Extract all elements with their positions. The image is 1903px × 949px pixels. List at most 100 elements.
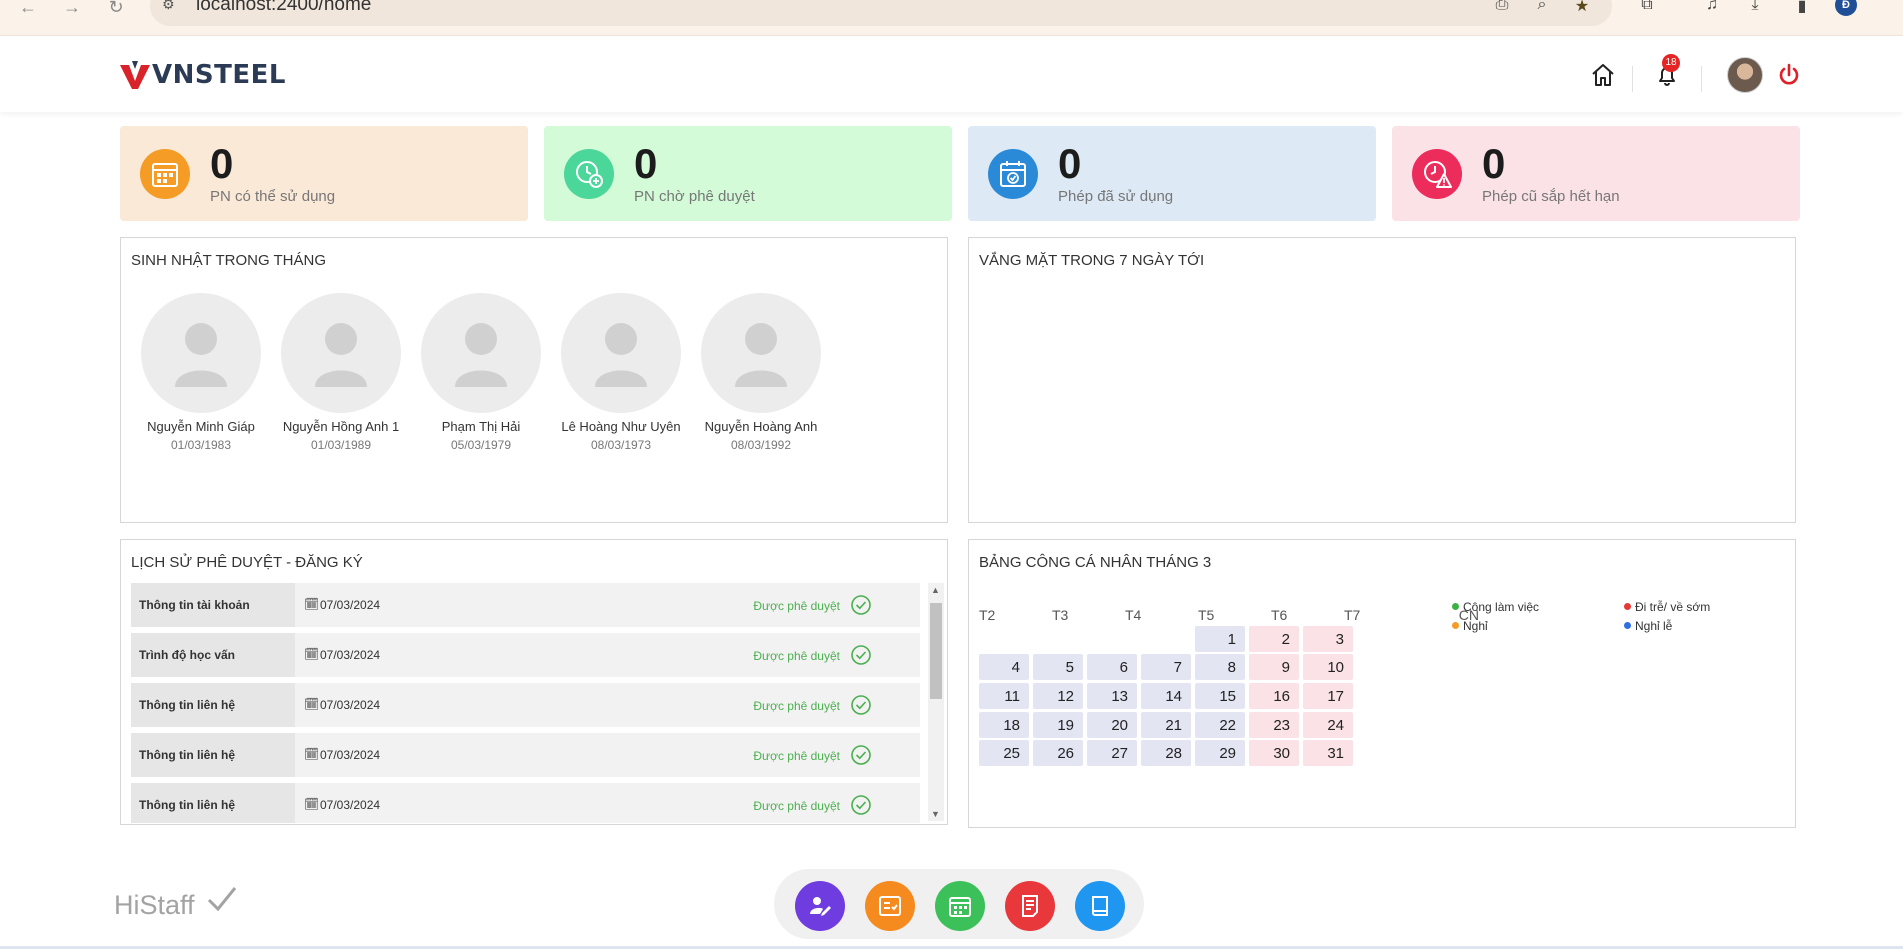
calendar-day-cell[interactable]: 19 — [1033, 712, 1083, 738]
calendar-day-cell[interactable]: 9 — [1249, 654, 1299, 680]
book-button[interactable] — [1075, 881, 1125, 931]
check-circle-icon — [851, 595, 871, 615]
approval-history-list[interactable]: Thông tin tài khoản 🗓 07/03/2024 Được ph… — [131, 583, 920, 823]
person-name: Phạm Thị Hải — [441, 419, 521, 434]
calendar-day-cell[interactable]: 12 — [1033, 683, 1083, 709]
back-icon[interactable]: ← — [10, 0, 46, 16]
scroll-up-icon[interactable]: ▲ — [931, 585, 940, 595]
scrollbar-thumb[interactable] — [930, 603, 942, 699]
user-avatar[interactable] — [1727, 57, 1763, 93]
calendar-day-cell[interactable]: 24 — [1303, 712, 1353, 738]
calendar-day-cell[interactable]: 15 — [1195, 683, 1245, 709]
check-circle-icon — [851, 745, 871, 765]
calendar-day-cell[interactable]: 14 — [1141, 683, 1191, 709]
site-info-icon[interactable]: ⚙ — [162, 0, 175, 13]
calendar-button[interactable] — [935, 881, 985, 931]
request-date: 07/03/2024 — [320, 798, 381, 812]
history-scrollbar[interactable]: ▲ ▼ — [928, 583, 944, 821]
legend-label: Công làm việc — [1463, 600, 1540, 614]
edit-profile-button[interactable] — [795, 881, 845, 931]
list-item[interactable]: Thông tin liên hệ 🗓 07/03/2024 Được phê … — [131, 783, 920, 823]
status-text: Được phê duyệt — [753, 599, 840, 613]
calendar-day-cell[interactable]: 10 — [1303, 654, 1353, 680]
url-text[interactable]: localhost:2400/home — [196, 0, 371, 16]
checklist-button[interactable] — [865, 881, 915, 931]
calendar-day-cell[interactable]: 28 — [1141, 740, 1191, 766]
calendar-day-cell[interactable]: 3 — [1303, 626, 1353, 652]
stat-card-available-leave[interactable]: 0 PN có thể sử dụng — [120, 126, 528, 221]
weekday-header: T3 — [1052, 607, 1069, 623]
bookmark-star-icon[interactable]: ★ — [1570, 0, 1594, 16]
calendar-day-cell[interactable]: 29 — [1195, 740, 1245, 766]
stat-icon-circle — [140, 149, 190, 199]
list-item[interactable]: Thông tin tài khoản 🗓 07/03/2024 Được ph… — [131, 583, 920, 627]
reload-icon[interactable]: ↻ — [98, 0, 134, 16]
document-button[interactable] — [1005, 881, 1055, 931]
request-date: 07/03/2024 — [320, 698, 381, 712]
user-edit-icon — [810, 897, 831, 916]
calendar-day-cell[interactable]: 5 — [1033, 654, 1083, 680]
calendar-day-cell[interactable]: 18 — [979, 712, 1029, 738]
check-circle-icon — [851, 795, 871, 815]
calendar-day-cell[interactable]: 31 — [1303, 740, 1353, 766]
calendar-day-cell[interactable]: 7 — [1141, 654, 1191, 680]
calendar-day-cell[interactable]: 1 — [1195, 626, 1245, 652]
calendar-day-cell[interactable]: 2 — [1249, 626, 1299, 652]
birthday-card[interactable]: Lê Hoàng Như Uyên 08/03/1973 — [551, 293, 691, 452]
calendar-day-cell[interactable]: 6 — [1087, 654, 1137, 680]
list-item[interactable]: Thông tin liên hệ 🗓 07/03/2024 Được phê … — [131, 733, 920, 777]
calendar-day-cell[interactable]: 22 — [1195, 712, 1245, 738]
birthday-card[interactable]: Phạm Thị Hải 05/03/1979 — [411, 293, 551, 452]
stat-value: 0 — [1058, 140, 1082, 187]
calendar-day-cell[interactable]: 17 — [1303, 683, 1353, 709]
calendar-icon: 🗓 — [304, 647, 320, 661]
calendar-day-cell[interactable]: 4 — [979, 654, 1029, 680]
home-icon[interactable] — [1588, 60, 1618, 90]
calendar-day-cell[interactable]: 26 — [1033, 740, 1083, 766]
person-placeholder-icon — [421, 293, 541, 413]
calendar-day-cell[interactable]: 8 — [1195, 654, 1245, 680]
calendar-day-cell[interactable]: 13 — [1087, 683, 1137, 709]
list-item[interactable]: Trình độ học vấn 🗓 07/03/2024 Được phê d… — [131, 633, 920, 677]
extensions-icon[interactable]: ⧉ — [1635, 0, 1659, 16]
weekday-header: T6 — [1271, 607, 1288, 623]
side-panel-icon[interactable]: ▮ — [1790, 0, 1814, 16]
panel-title: LỊCH SỬ PHÊ DUYỆT - ĐĂNG KÝ — [131, 554, 363, 571]
vnsteel-logo[interactable]: VNSTEEL — [120, 58, 286, 92]
weekday-header: T2 — [979, 607, 996, 623]
stat-card-pending-leave[interactable]: 0 PN chờ phê duyệt — [544, 126, 952, 221]
calendar-day-cell[interactable]: 20 — [1087, 712, 1137, 738]
stat-card-used-leave[interactable]: 0 Phép đã sử dụng — [968, 126, 1376, 221]
zoom-icon[interactable]: ⌕ — [1530, 0, 1554, 16]
birthday-card[interactable]: Nguyễn Minh Giáp 01/03/1983 — [131, 293, 271, 452]
browser-toolbar: ← → ↻ ⚙ localhost:2400/home ⎙ ⌕ ★ ⧉ ♫ ⤓ … — [0, 0, 1903, 36]
list-item[interactable]: Thông tin liên hệ 🗓 07/03/2024 Được phê … — [131, 683, 920, 727]
calendar-day-cell[interactable]: 11 — [979, 683, 1029, 709]
logo-text: VNSTEEL — [152, 60, 286, 90]
calendar-day-cell[interactable]: 21 — [1141, 712, 1191, 738]
birthday-card[interactable]: Nguyễn Hoàng Anh 08/03/1992 — [691, 293, 831, 452]
legend-dot — [1452, 603, 1459, 610]
calendar-day-cell[interactable]: 30 — [1249, 740, 1299, 766]
forward-icon[interactable]: → — [54, 0, 90, 16]
person-name: Lê Hoàng Như Uyên — [561, 419, 681, 434]
status-text: Được phê duyệt — [753, 799, 840, 813]
stat-card-expiring-leave[interactable]: 0 Phép cũ sắp hết hạn — [1392, 126, 1800, 221]
birthday-card[interactable]: Nguyễn Hồng Anh 1 01/03/1989 — [271, 293, 411, 452]
power-icon[interactable] — [1774, 60, 1804, 90]
download-icon[interactable]: ⤓ — [1743, 0, 1767, 16]
weekday-header: T7 — [1344, 607, 1361, 623]
stat-value: 0 — [1482, 140, 1506, 187]
check-circle-icon — [851, 645, 871, 665]
stat-label: Phép đã sử dụng — [1058, 188, 1174, 205]
calendar-day-cell[interactable]: 23 — [1249, 712, 1299, 738]
install-app-icon[interactable]: ⎙ — [1490, 0, 1514, 16]
calendar-day-cell[interactable]: 27 — [1087, 740, 1137, 766]
browser-profile-avatar[interactable]: Đ — [1835, 0, 1857, 16]
panel-title: BẢNG CÔNG CÁ NHÂN THÁNG 3 — [979, 554, 1212, 571]
calendar-day-cell[interactable]: 16 — [1249, 683, 1299, 709]
scroll-down-icon[interactable]: ▼ — [931, 809, 940, 819]
header-divider — [1701, 66, 1702, 92]
calendar-day-cell[interactable]: 25 — [979, 740, 1029, 766]
media-icon[interactable]: ♫ — [1700, 0, 1724, 16]
